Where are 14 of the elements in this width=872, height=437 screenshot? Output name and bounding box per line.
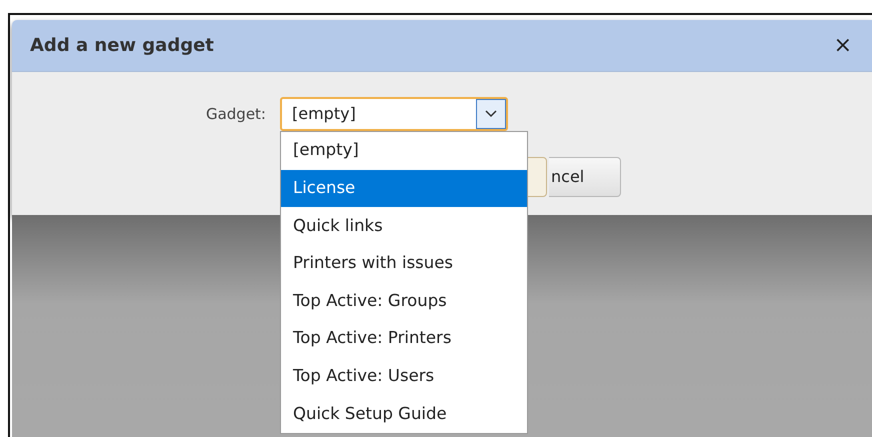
dropdown-option[interactable]: [empty] <box>281 132 527 170</box>
dropdown-option[interactable]: License <box>281 170 527 208</box>
dropdown-option[interactable]: Quick Setup Guide <box>281 395 527 433</box>
gadget-select[interactable]: [empty] <box>280 97 508 131</box>
dialog-title: Add a new gadget <box>30 34 214 58</box>
dropdown-option[interactable]: Top Active: Users <box>281 358 527 396</box>
field-label: Gadget: <box>204 104 267 125</box>
close-button[interactable]: × <box>834 34 852 56</box>
dropdown-option[interactable]: Quick links <box>281 207 527 245</box>
cancel-button[interactable]: ncel <box>549 157 621 197</box>
caret-icon[interactable] <box>476 99 506 129</box>
dropdown-option[interactable]: Top Active: Groups <box>281 282 527 320</box>
dropdown-option[interactable]: Top Active: Printers <box>281 320 527 358</box>
dropdown-option[interactable]: Printers with issues <box>281 244 527 282</box>
